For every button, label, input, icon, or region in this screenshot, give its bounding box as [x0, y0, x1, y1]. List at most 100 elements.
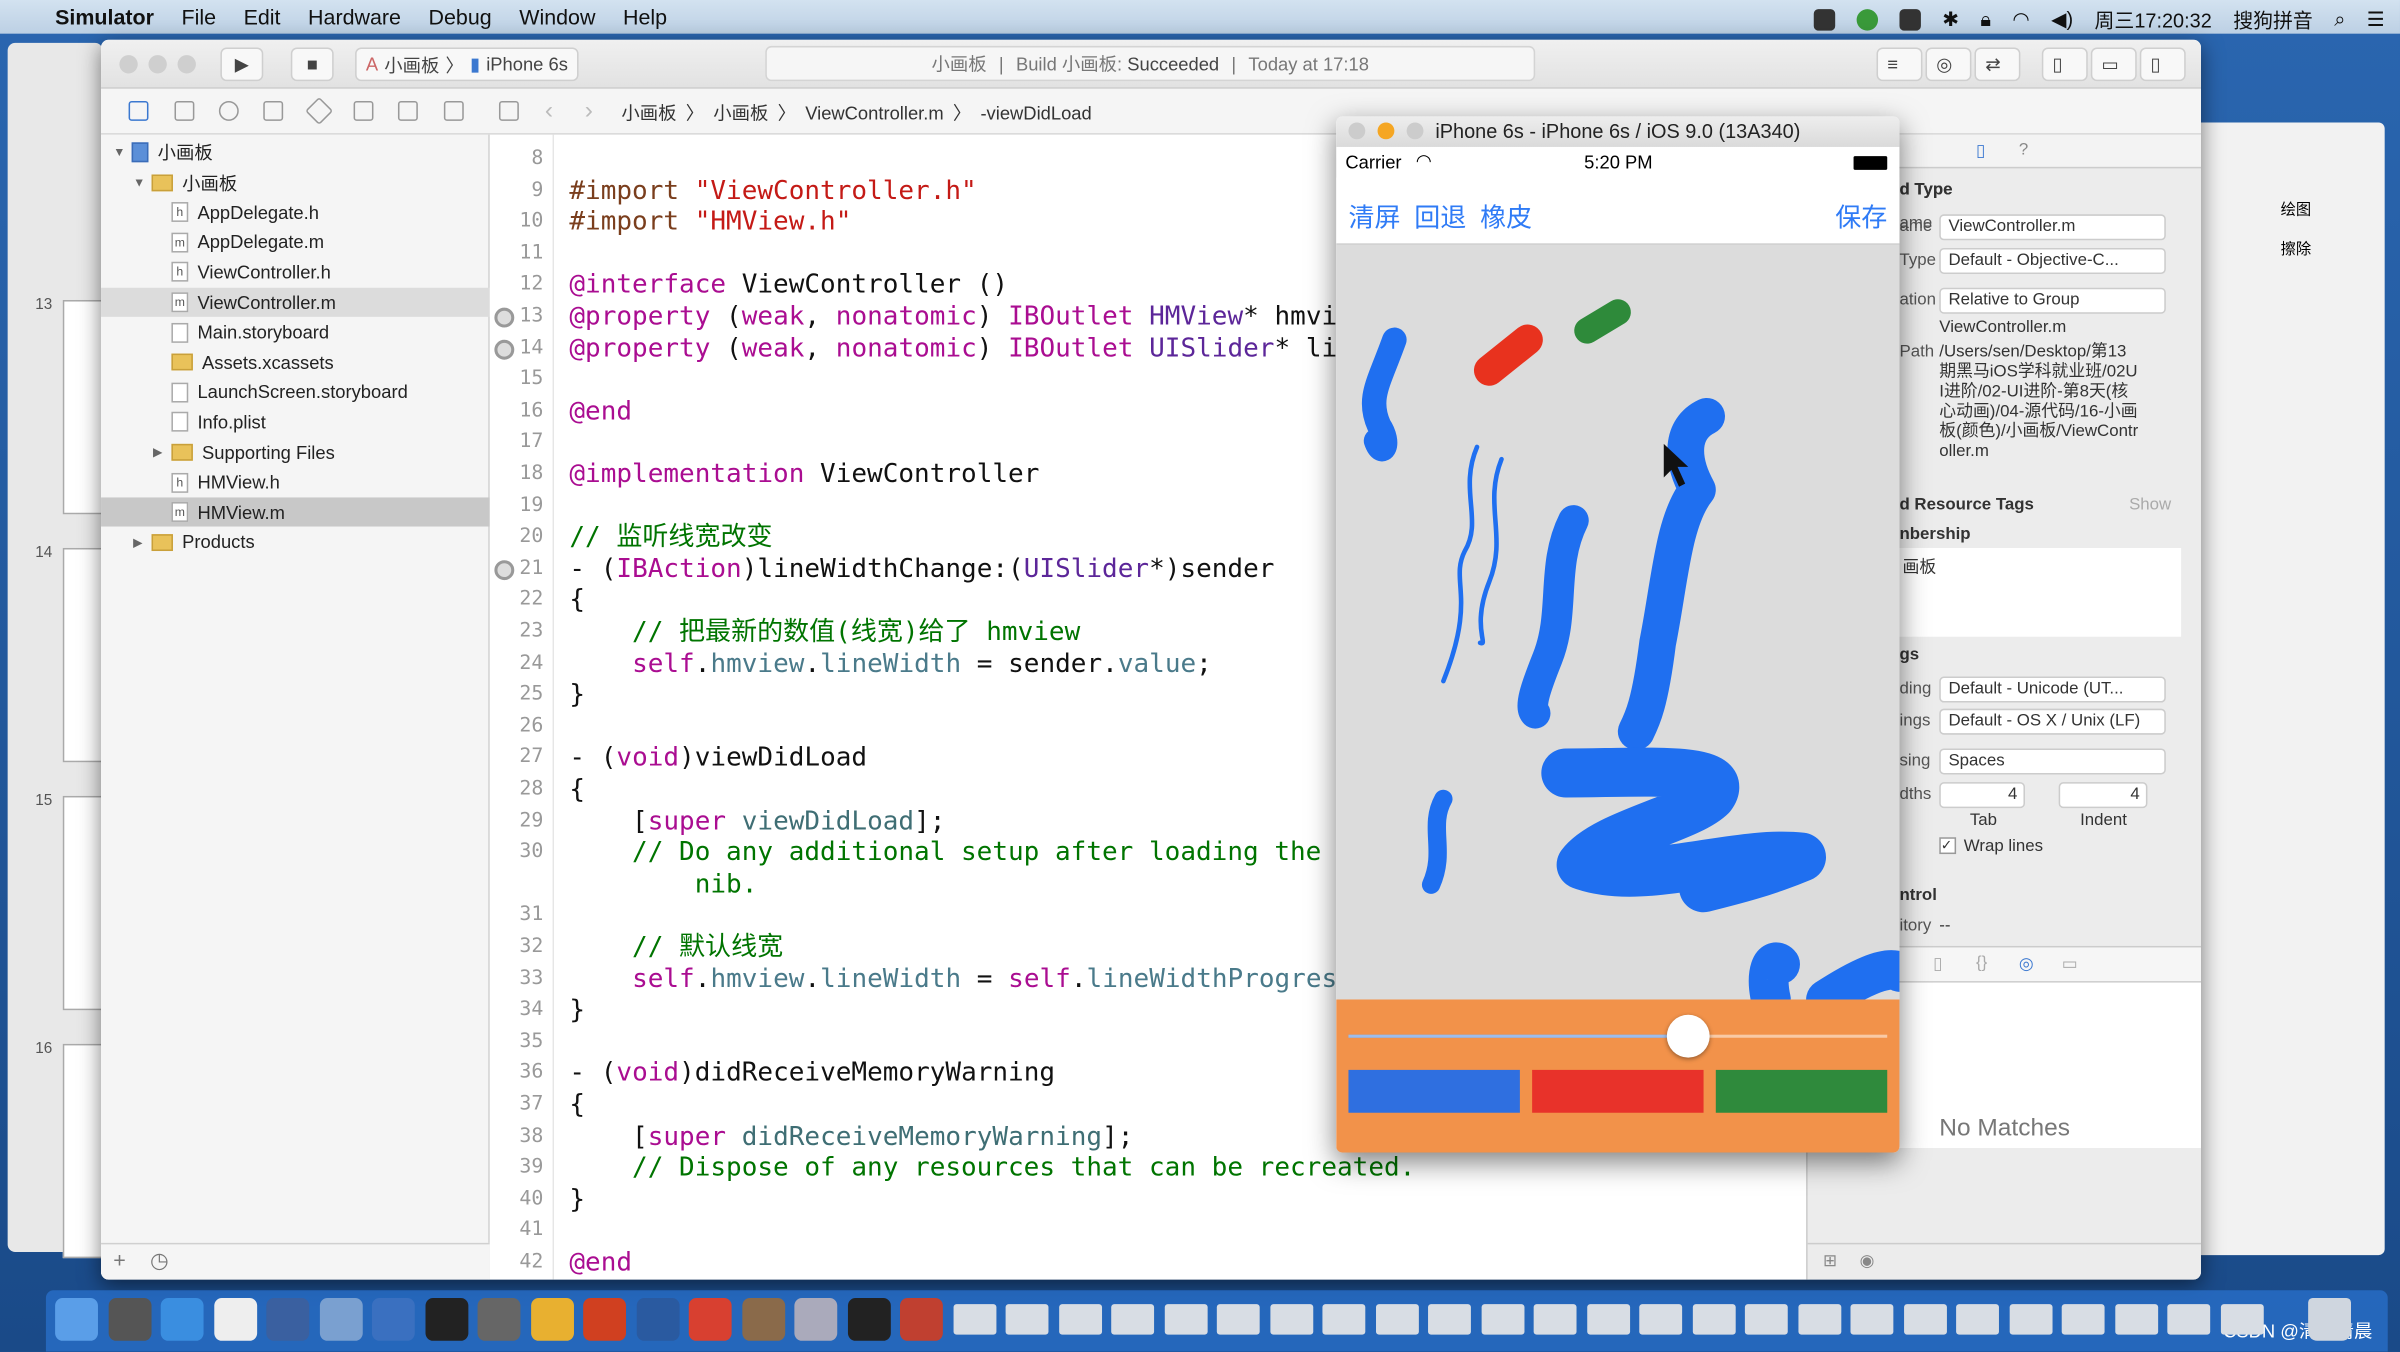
blue-color-button[interactable]	[1348, 1069, 1520, 1113]
lock-icon[interactable]: 🔒︎	[1980, 7, 1991, 31]
breakpoint-indicator-icon[interactable]	[494, 559, 515, 580]
app-icon[interactable]	[55, 1297, 98, 1341]
window-thumbnail-icon[interactable]	[2167, 1304, 2211, 1335]
breakpoint-navigator-icon[interactable]	[397, 101, 418, 121]
window-thumbnail-icon[interactable]	[1533, 1304, 1577, 1335]
line-width-slider[interactable]	[1348, 1014, 1888, 1058]
debug-navigator-icon[interactable]	[353, 101, 374, 121]
slider-thumb[interactable]	[1666, 1014, 1710, 1058]
standard-editor-button[interactable]: ≡	[1876, 47, 1923, 82]
location-select[interactable]: Relative to Group	[1939, 287, 2166, 314]
issue-navigator-icon[interactable]	[263, 101, 284, 121]
screen-icon[interactable]	[1813, 8, 1836, 30]
spotlight-icon[interactable]: ⌕	[2334, 7, 2345, 31]
menu-file[interactable]: File	[181, 5, 216, 29]
line-endings-select[interactable]: Default - OS X / Unix (LF)	[1939, 708, 2166, 735]
file-item[interactable]: Info.plist	[101, 408, 490, 437]
disclosure-triangle[interactable]: ▶	[133, 535, 151, 549]
version-editor-button[interactable]: ⇄	[1974, 47, 2021, 82]
app-icon[interactable]	[266, 1297, 310, 1341]
window-thumbnail-icon[interactable]	[1216, 1304, 1260, 1335]
jump-bar-item[interactable]: -viewDidLoad	[980, 102, 1091, 123]
app-icon[interactable]	[583, 1297, 627, 1341]
app-icon[interactable]	[371, 1297, 415, 1341]
add-icon[interactable]: +	[113, 1247, 126, 1271]
file-item[interactable]: h HMView.h	[101, 468, 490, 497]
window-thumbnail-icon[interactable]	[2220, 1304, 2263, 1335]
run-button[interactable]: ▶	[220, 47, 264, 82]
file-inspector-tab-icon[interactable]: ▯	[1976, 141, 1985, 160]
app-icon[interactable]	[635, 1297, 679, 1341]
minimize-button[interactable]	[148, 55, 167, 74]
status-icon[interactable]	[1856, 8, 1878, 30]
drawing-canvas[interactable]	[1336, 244, 1900, 1020]
app-icon[interactable]	[688, 1297, 732, 1341]
red-color-button[interactable]	[1532, 1069, 1704, 1113]
file-item[interactable]: LaunchScreen.storyboard	[101, 378, 490, 407]
name-field[interactable]: ViewController.m	[1939, 214, 2166, 241]
input-method[interactable]: 搜狗拼音	[2233, 5, 2313, 34]
toggle-debug-button[interactable]: ▭	[2090, 47, 2137, 82]
window-thumbnail-icon[interactable]	[2061, 1304, 2105, 1335]
project-navigator-icon[interactable]	[128, 101, 149, 121]
file-item[interactable]: m ViewController.m	[101, 287, 490, 317]
app-icon[interactable]	[847, 1297, 891, 1341]
window-thumbnail-icon[interactable]	[1269, 1304, 1313, 1335]
report-navigator-icon[interactable]	[443, 101, 464, 121]
test-navigator-icon[interactable]	[305, 96, 334, 126]
erase-label[interactable]: 擦除	[2281, 236, 2312, 259]
window-thumbnail-icon[interactable]	[1797, 1304, 1841, 1335]
stop-button[interactable]: ■	[290, 47, 334, 82]
quick-help-tab-icon[interactable]: ?	[2019, 141, 2028, 159]
slide-thumbnail[interactable]	[62, 1043, 106, 1259]
undo-button[interactable]: 回退	[1414, 196, 1466, 234]
related-items-icon[interactable]	[498, 101, 519, 121]
file-item[interactable]: Assets.xcassets	[101, 348, 490, 377]
file-item[interactable]: h ViewController.h	[101, 258, 490, 287]
tab-width-field[interactable]: 4	[1939, 782, 2025, 809]
app-icon[interactable]	[319, 1297, 362, 1341]
draw-label[interactable]: 绘图	[2281, 196, 2312, 219]
window-thumbnail-icon[interactable]	[1692, 1304, 1735, 1335]
menu-hardware[interactable]: Hardware	[308, 5, 401, 29]
menu-simulator[interactable]: Simulator	[55, 5, 154, 29]
file-item[interactable]: ▼ 小画板	[101, 138, 490, 167]
back-icon[interactable]: ‹	[545, 98, 553, 126]
zoom-button[interactable]	[177, 55, 196, 74]
indent-using-select[interactable]: Spaces	[1939, 748, 2166, 775]
volume-icon[interactable]: ◀)	[2051, 7, 2073, 31]
scheme-selector[interactable]: A 小画板〉 ▮ iPhone 6s	[355, 47, 579, 82]
grid-view-icon[interactable]: ⊞	[1823, 1251, 1837, 1270]
recent-filter-icon[interactable]: ◷	[150, 1247, 169, 1273]
assistant-editor-button[interactable]: ◎	[1925, 47, 1972, 82]
window-thumbnail-icon[interactable]	[1375, 1304, 1419, 1335]
clear-button[interactable]: 清屏	[1348, 196, 1400, 234]
file-item[interactable]: ▼ 小画板	[101, 168, 490, 197]
disclosure-triangle[interactable]: ▶	[153, 445, 171, 459]
object-library-icon[interactable]: ◎	[2019, 954, 2034, 973]
sim-zoom-button[interactable]	[1406, 122, 1424, 140]
save-button[interactable]: 保存	[1835, 196, 1887, 234]
code-snippet-icon[interactable]: {}	[1976, 954, 1987, 972]
slide-thumbnail[interactable]	[62, 299, 106, 515]
app-icon[interactable]	[160, 1297, 204, 1341]
window-thumbnail-icon[interactable]	[1586, 1304, 1630, 1335]
green-color-button[interactable]	[1715, 1069, 1888, 1113]
camera-icon[interactable]	[1899, 8, 1921, 30]
jump-bar-item[interactable]: ViewController.m	[805, 102, 943, 123]
app-icon[interactable]	[213, 1297, 257, 1341]
file-template-icon[interactable]: ▯	[1933, 954, 1942, 973]
bluetooth-icon[interactable]: ✱	[1942, 7, 1959, 31]
close-button[interactable]	[119, 55, 138, 74]
window-thumbnail-icon[interactable]	[1322, 1304, 1366, 1335]
app-icon[interactable]	[107, 1297, 151, 1341]
clock[interactable]: 周三17:20:32	[2095, 5, 2212, 34]
indent-width-field[interactable]: 4	[2058, 782, 2148, 809]
app-icon[interactable]	[741, 1297, 785, 1341]
window-thumbnail-icon[interactable]	[1744, 1304, 1788, 1335]
app-icon[interactable]	[424, 1297, 468, 1341]
app-icon[interactable]	[477, 1297, 521, 1341]
file-item[interactable]: h AppDelegate.h	[101, 198, 490, 227]
slide-thumbnail[interactable]	[62, 547, 106, 763]
breakpoint-indicator-icon[interactable]	[494, 307, 515, 328]
